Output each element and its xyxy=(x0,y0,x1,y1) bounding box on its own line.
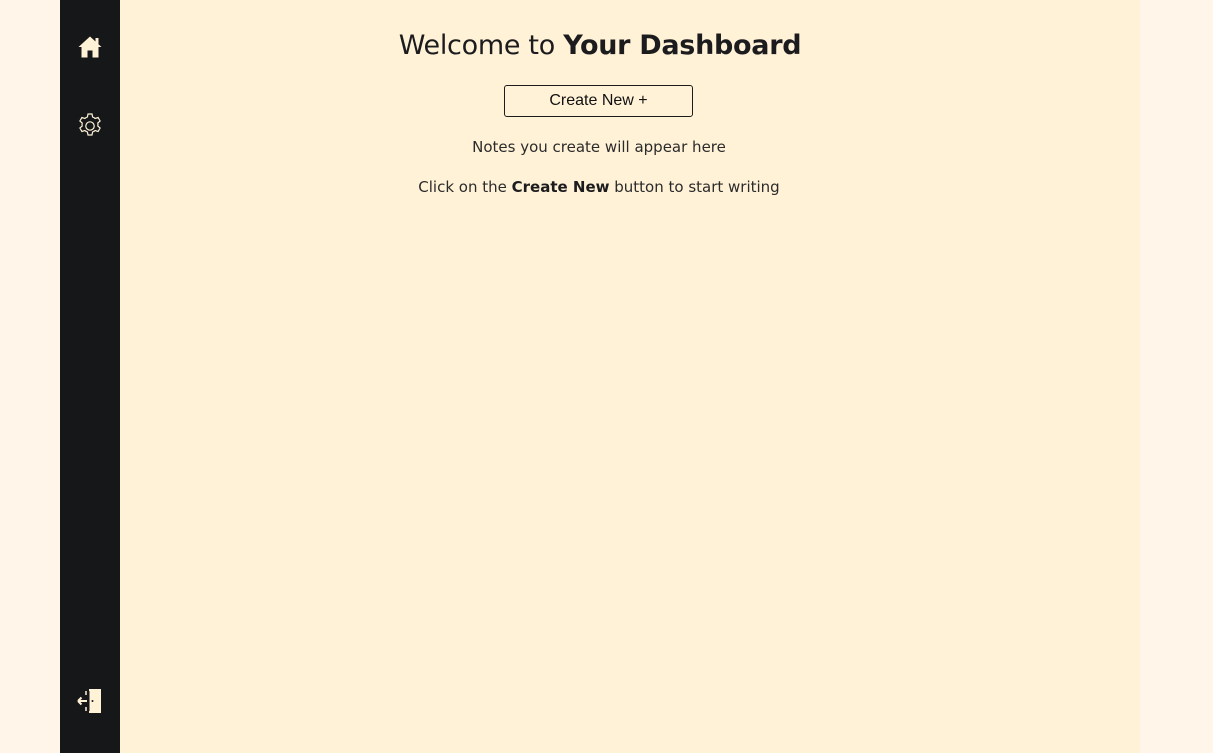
hint-prefix: Click on the xyxy=(418,178,512,196)
hint-strong: Create New xyxy=(511,178,610,196)
sidebar-item-home[interactable] xyxy=(60,27,120,67)
sidebar xyxy=(60,0,120,753)
empty-state-message: Notes you create will appear here xyxy=(472,138,726,156)
hint-suffix: button to start writing xyxy=(609,178,780,196)
logout-button[interactable] xyxy=(60,681,120,721)
home-icon xyxy=(78,36,102,58)
logout-door-icon xyxy=(77,689,101,713)
create-new-button[interactable]: Create New + xyxy=(504,85,693,117)
empty-state-hint: Click on the Create New button to start … xyxy=(120,178,1078,196)
app-shell: Welcome to Your Dashboard Create New + N… xyxy=(60,0,1140,753)
page-title-prefix: Welcome to xyxy=(398,30,564,61)
page-title: Welcome to Your Dashboard xyxy=(120,30,1080,61)
dashboard-main: Welcome to Your Dashboard Create New + N… xyxy=(120,0,1140,753)
sidebar-item-settings[interactable] xyxy=(60,106,120,146)
gear-icon xyxy=(79,113,101,136)
page-title-strong: Your Dashboard xyxy=(563,30,802,61)
